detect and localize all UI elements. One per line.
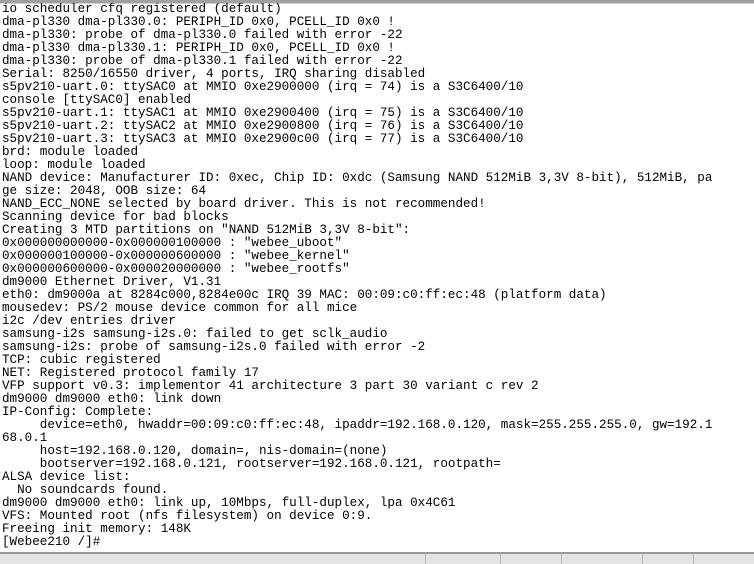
terminal-line: [Webee210 /]# [2,535,101,549]
status-segment [561,554,642,564]
status-segment [500,554,561,564]
terminal-line: Freeing init memory: 148K [2,522,191,536]
terminal-line: device=eth0, hwaddr=00:09:c0:ff:ec:48, i… [2,418,713,432]
status-segment [425,554,500,564]
status-segment [693,554,754,564]
terminal-output[interactable]: io scheduler cfq registered (default) dma… [2,3,754,552]
status-segment [642,554,693,564]
status-bar [0,552,754,564]
